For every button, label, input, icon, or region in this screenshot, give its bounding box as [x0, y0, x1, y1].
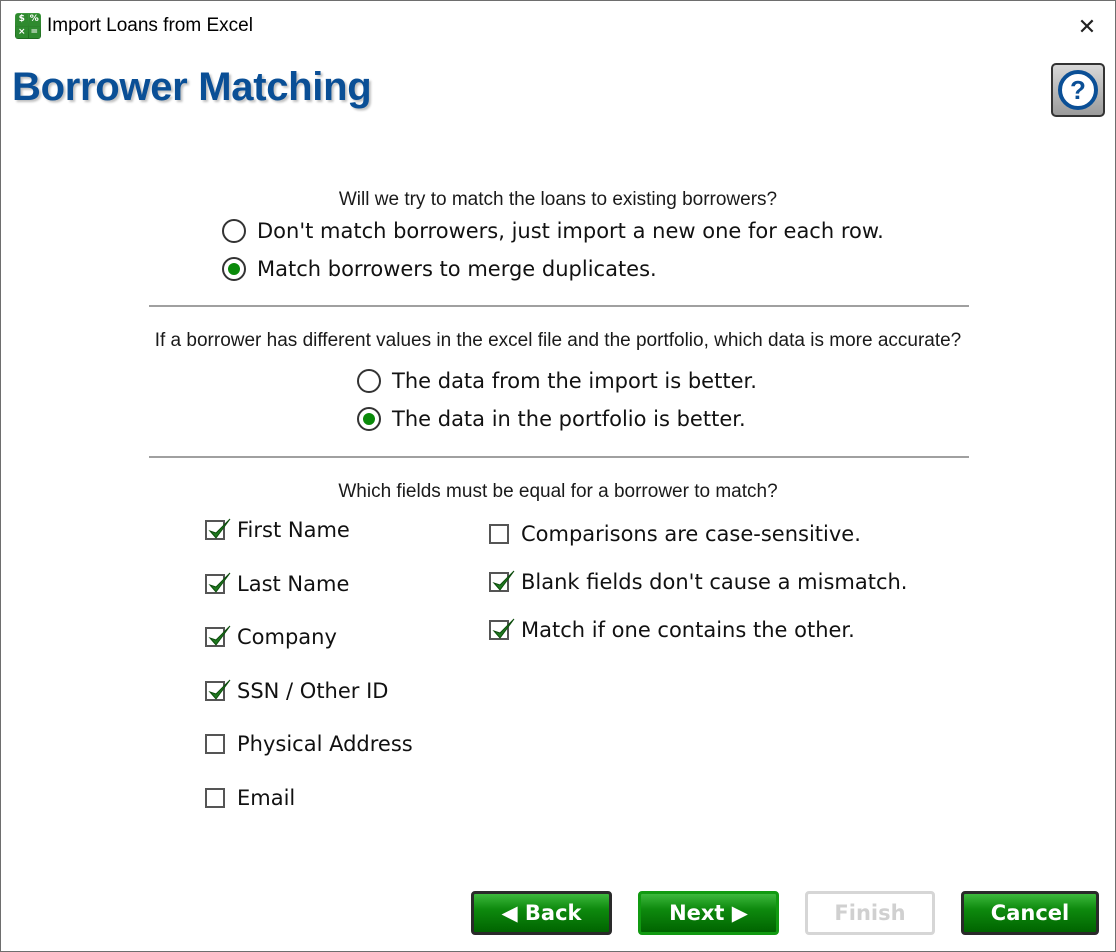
checkbox-company[interactable]: Company: [205, 625, 337, 649]
radio-label: Match borrowers to merge duplicates.: [257, 257, 657, 281]
back-button[interactable]: ◀ Back: [471, 891, 612, 935]
divider: [149, 305, 969, 307]
help-button[interactable]: ?: [1051, 63, 1105, 117]
help-glyph: ?: [1070, 74, 1086, 105]
checkbox-contains[interactable]: Match if one contains the other.: [489, 618, 855, 642]
checkmark-icon: [208, 518, 231, 539]
checkbox-label: Last Name: [237, 572, 350, 596]
checkbox-label: SSN / Other ID: [237, 679, 389, 703]
checkbox-last-name[interactable]: Last Name: [205, 572, 349, 596]
checkbox-label: Company: [237, 625, 337, 649]
checkbox-label: First Name: [237, 518, 350, 542]
checkbox-blank-fields[interactable]: Blank fields don't cause a mismatch.: [489, 570, 907, 594]
divider: [149, 456, 969, 458]
radio-portfolio-better[interactable]: The data in the portfolio is better.: [357, 407, 746, 431]
next-button[interactable]: Next ▶: [638, 891, 779, 935]
checkmark-icon: [208, 679, 231, 700]
radio-dont-match[interactable]: Don't match borrowers, just import a new…: [222, 219, 884, 243]
checkmark-icon: [492, 618, 515, 639]
checkbox[interactable]: [489, 524, 509, 544]
checkbox[interactable]: [489, 618, 515, 640]
checkbox-label: Email: [237, 786, 296, 810]
checkbox[interactable]: [489, 570, 515, 592]
import-dialog: $% × = Import Loans from Excel ✕ Borrower …: [0, 0, 1116, 952]
cancel-button[interactable]: Cancel: [961, 891, 1099, 935]
window-title: Import Loans from Excel: [47, 15, 253, 36]
radio-label: Don't match borrowers, just import a new…: [257, 219, 884, 243]
fields-question: Which fields must be equal for a borrowe…: [338, 481, 778, 502]
match-question: Will we try to match the loans to existi…: [338, 189, 778, 210]
finish-button: Finish: [805, 891, 935, 935]
page-title: Borrower Matching: [12, 65, 372, 109]
radio-label: The data from the import is better.: [392, 369, 757, 393]
checkbox[interactable]: [205, 572, 231, 594]
radio-button[interactable]: [222, 257, 246, 281]
radio-button[interactable]: [222, 219, 246, 243]
checkbox[interactable]: [205, 734, 225, 754]
checkbox-label: Comparisons are case-sensitive.: [521, 522, 861, 546]
title-bar: $% × = Import Loans from Excel ✕: [1, 1, 1115, 55]
checkbox-physical-address[interactable]: Physical Address: [205, 732, 413, 756]
checkbox-label: Blank fields don't cause a mismatch.: [521, 570, 908, 594]
checkbox[interactable]: [205, 788, 225, 808]
accuracy-question: If a borrower has different values in th…: [154, 330, 962, 351]
checkbox-label: Match if one contains the other.: [521, 618, 855, 642]
radio-selected-dot: [228, 263, 240, 275]
radio-button[interactable]: [357, 369, 381, 393]
checkbox-email[interactable]: Email: [205, 786, 295, 810]
checkbox-case-sensitive[interactable]: Comparisons are case-sensitive.: [489, 522, 861, 546]
radio-import-better[interactable]: The data from the import is better.: [357, 369, 757, 393]
checkmark-icon: [208, 625, 231, 646]
radio-button[interactable]: [357, 407, 381, 431]
checkbox-ssn[interactable]: SSN / Other ID: [205, 679, 388, 703]
calculator-spreadsheet-icon: $% × =: [15, 13, 41, 39]
checkbox-label: Physical Address: [237, 732, 413, 756]
checkbox[interactable]: [205, 518, 231, 540]
radio-label: The data in the portfolio is better.: [392, 407, 746, 431]
radio-selected-dot: [363, 413, 375, 425]
close-icon: ✕: [1077, 14, 1097, 40]
checkbox[interactable]: [205, 679, 231, 701]
close-button[interactable]: ✕: [1069, 9, 1105, 45]
help-icon: ?: [1058, 70, 1098, 110]
checkmark-icon: [492, 570, 515, 591]
checkbox-first-name[interactable]: First Name: [205, 518, 350, 542]
radio-match-borrowers[interactable]: Match borrowers to merge duplicates.: [222, 257, 657, 281]
checkbox[interactable]: [205, 625, 231, 647]
checkmark-icon: [208, 572, 231, 593]
